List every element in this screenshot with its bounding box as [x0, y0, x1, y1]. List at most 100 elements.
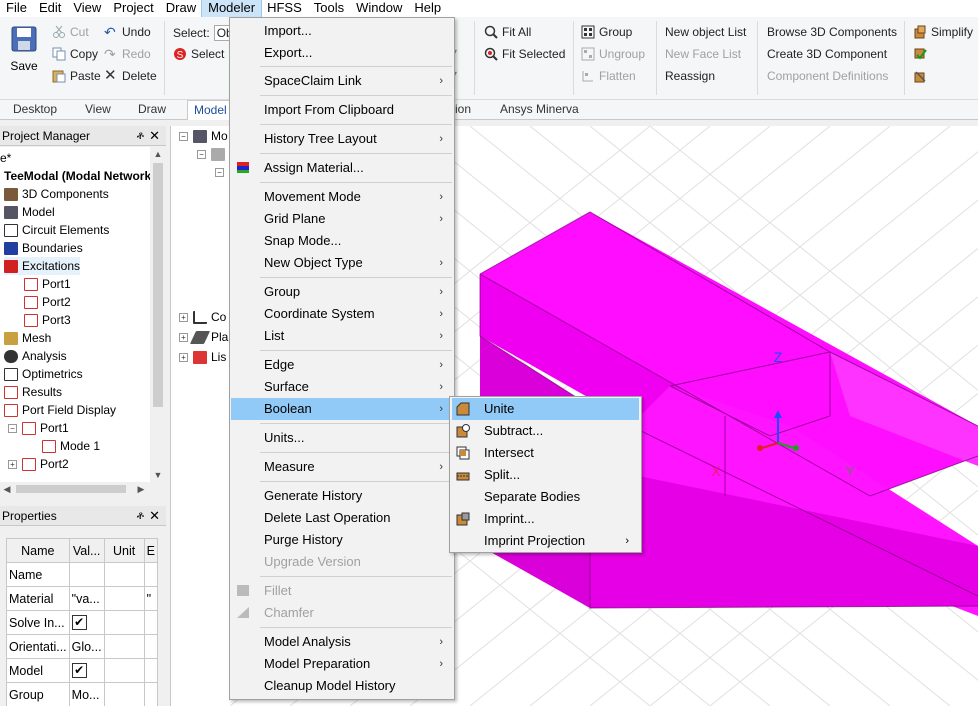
submenu-item-imprint[interactable]: Imprint...	[452, 508, 639, 530]
model-tree-coordinate-systems[interactable]: Co	[193, 308, 226, 326]
collapse-icon[interactable]: −	[179, 132, 188, 141]
tab-simulation[interactable]: ion	[455, 102, 471, 116]
undo-button[interactable]: ↶ Undo	[104, 25, 151, 39]
tree-pfd-port2[interactable]: Port2	[22, 455, 69, 473]
column-header[interactable]: Val...	[68, 538, 105, 563]
close-icon[interactable]: ✕	[149, 126, 160, 146]
tree-design-node[interactable]: TeeModal (Modal Network	[4, 167, 150, 185]
menu-item-chamfer[interactable]: Chamfer	[231, 602, 453, 624]
expand-icon[interactable]: +	[179, 313, 188, 322]
tree-results[interactable]: Results	[4, 383, 62, 401]
collapse-icon[interactable]: −	[197, 150, 206, 159]
tree-excitations[interactable]: Excitations	[4, 257, 81, 275]
menu-hfss[interactable]: HFSS	[261, 0, 308, 17]
menu-item-import[interactable]: Import...	[231, 20, 453, 42]
tree-mode1[interactable]: Mode 1	[42, 437, 100, 455]
menu-item-surface[interactable]: Surface ›	[231, 376, 453, 398]
tree-analysis[interactable]: Analysis	[4, 347, 67, 365]
tree-model[interactable]: Model	[4, 203, 55, 221]
menu-item-export[interactable]: Export...	[231, 42, 453, 64]
submenu-item-imprint-projection[interactable]: Imprint Projection ›	[452, 530, 639, 552]
menu-item-generate-history[interactable]: Generate History	[231, 485, 453, 507]
menu-item-movement-mode[interactable]: Movement Mode ›	[231, 186, 453, 208]
menu-help[interactable]: Help	[408, 0, 447, 17]
collapse-icon[interactable]: −	[215, 168, 224, 177]
menu-item-list[interactable]: List ›	[231, 325, 453, 347]
tree-mesh[interactable]: Mesh	[4, 329, 51, 347]
pin-icon[interactable]: ቶ	[137, 506, 144, 526]
menu-item-import-from-clipboard[interactable]: Import From Clipboard	[231, 99, 453, 121]
project-tree-hscrollbar[interactable]: ◀ ▶	[0, 482, 166, 496]
property-value[interactable]: ✔	[68, 658, 105, 683]
menu-item-delete-last-operation[interactable]: Delete Last Operation	[231, 507, 453, 529]
tab-view[interactable]: View	[85, 102, 111, 116]
submenu-item-subtract[interactable]: Subtract...	[452, 420, 639, 442]
tree-pfd-port1[interactable]: Port1	[22, 419, 69, 437]
menu-item-measure[interactable]: Measure ›	[231, 456, 453, 478]
menu-item-coordinate-system[interactable]: Coordinate System ›	[231, 303, 453, 325]
expand-icon[interactable]: +	[179, 333, 188, 342]
tree-port2[interactable]: Port2	[24, 293, 71, 311]
property-value[interactable]: ✔	[68, 610, 105, 635]
submenu-item-separate-bodies[interactable]: Separate Bodies	[452, 486, 639, 508]
component-definitions-button[interactable]: Component Definitions	[767, 69, 888, 83]
tree-boundaries[interactable]: Boundaries	[4, 239, 83, 257]
menu-item-fillet[interactable]: Fillet	[231, 580, 453, 602]
menu-item-assign-material[interactable]: Assign Material...	[231, 157, 453, 179]
collapse-icon[interactable]: −	[8, 424, 17, 433]
property-value[interactable]: Glo...	[68, 634, 105, 659]
model-tree-planes[interactable]: Pla	[189, 328, 228, 346]
menu-item-new-object-type[interactable]: New Object Type ›	[231, 252, 453, 274]
menu-item-units[interactable]: Units...	[231, 427, 453, 449]
column-header[interactable]: Unit	[103, 538, 145, 563]
reassign-button[interactable]: Reassign	[665, 69, 715, 83]
menu-edit[interactable]: Edit	[33, 0, 67, 17]
submenu-item-split[interactable]: Split...	[452, 464, 639, 486]
table-row[interactable]: Solve In... ✔	[6, 610, 159, 635]
new-object-list-button[interactable]: New object List	[665, 25, 746, 39]
property-value[interactable]: Mo...	[68, 682, 105, 706]
menu-item-model-analysis[interactable]: Model Analysis ›	[231, 631, 453, 653]
browse-3d-components-button[interactable]: Browse 3D Components	[767, 25, 897, 39]
menu-modeler[interactable]: Modeler	[201, 0, 263, 18]
model-tree-model-node[interactable]: Mo	[193, 127, 228, 145]
scrollbar-thumb[interactable]	[153, 163, 163, 407]
menu-item-grid-plane[interactable]: Grid Plane ›	[231, 208, 453, 230]
menu-draw[interactable]: Draw	[160, 0, 202, 17]
flatten-button[interactable]: Flatten	[581, 69, 636, 83]
tab-ansys-minerva[interactable]: Ansys Minerva	[500, 102, 579, 116]
pin-icon[interactable]: ቶ	[137, 126, 144, 146]
menu-view[interactable]: View	[67, 0, 107, 17]
ungroup-button[interactable]: Ungroup	[581, 47, 645, 61]
menu-item-boolean[interactable]: Boolean ›	[231, 398, 453, 420]
menu-item-upgrade-version[interactable]: Upgrade Version	[231, 551, 453, 573]
model-tree-solids[interactable]	[211, 145, 229, 163]
submenu-item-unite[interactable]: Unite	[452, 398, 639, 420]
tree-port3[interactable]: Port3	[24, 311, 71, 329]
save-button[interactable]: Save	[6, 23, 42, 79]
copy-button[interactable]: Copy	[52, 47, 98, 61]
submenu-item-intersect[interactable]: Intersect	[452, 442, 639, 464]
menu-item-group[interactable]: Group ›	[231, 281, 453, 303]
menu-window[interactable]: Window	[350, 0, 408, 17]
table-row[interactable]: Group Mo...	[6, 682, 159, 706]
menu-item-history-tree-layout[interactable]: History Tree Layout ›	[231, 128, 453, 150]
close-icon[interactable]: ✕	[149, 506, 160, 526]
menu-item-cleanup-model-history[interactable]: Cleanup Model History	[231, 675, 453, 697]
scroll-left-icon[interactable]: ◀	[0, 482, 14, 496]
table-row[interactable]: Material "va... "	[6, 586, 159, 611]
table-row[interactable]: Orientati... Glo...	[6, 634, 159, 659]
tree-optimetrics[interactable]: Optimetrics	[4, 365, 83, 383]
scroll-up-icon[interactable]: ▲	[150, 147, 166, 161]
new-face-list-button[interactable]: New Face List	[665, 47, 741, 61]
tab-draw[interactable]: Draw	[138, 102, 166, 116]
group-button[interactable]: Group	[581, 25, 632, 39]
validate-button[interactable]	[913, 47, 931, 61]
menu-item-purge-history[interactable]: Purge History	[231, 529, 453, 551]
property-value[interactable]	[68, 562, 105, 587]
menu-item-model-preparation[interactable]: Model Preparation ›	[231, 653, 453, 675]
tree-project-node[interactable]: e*	[0, 149, 11, 167]
solve-inside-checkbox[interactable]: ✔	[71, 615, 87, 630]
tab-desktop[interactable]: Desktop	[13, 102, 57, 116]
expand-icon[interactable]: +	[179, 353, 188, 362]
